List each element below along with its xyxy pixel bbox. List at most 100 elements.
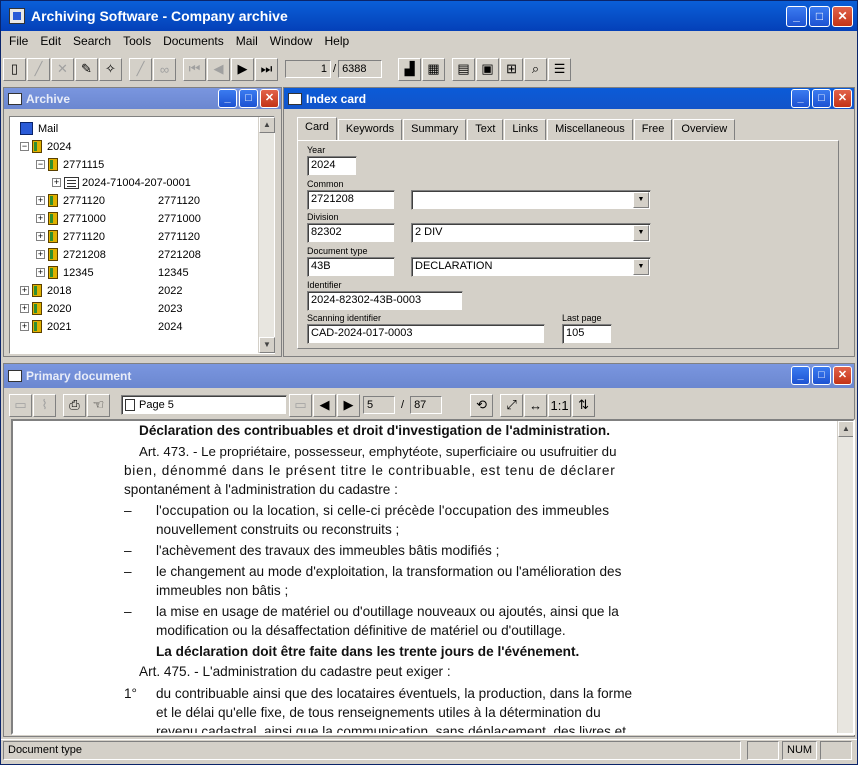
document-viewer[interactable]: Déclaration des contribuables et droit d…: [11, 419, 855, 735]
scroll-up-arrow-icon[interactable]: ▲: [838, 421, 853, 437]
scroll-down-arrow-icon[interactable]: ▼: [259, 337, 275, 353]
tree-item[interactable]: +2771120 2771120: [36, 192, 200, 209]
expand-icon[interactable]: +: [52, 178, 61, 187]
document-type-combo[interactable]: DECLARATION ▼: [411, 257, 651, 277]
tab-text[interactable]: Text: [467, 119, 504, 140]
link-icon[interactable]: ∞: [153, 57, 176, 81]
tab-free[interactable]: Free: [633, 119, 673, 140]
rotate-page-icon[interactable]: ⟲: [470, 393, 494, 417]
expand-icon[interactable]: +: [20, 304, 29, 313]
index-card-icon[interactable]: ▤: [452, 57, 476, 81]
next-page-icon[interactable]: ▶: [337, 393, 360, 417]
previous-record-icon[interactable]: ◀: [207, 57, 230, 81]
expand-icon[interactable]: +: [20, 322, 29, 331]
scanner-icon[interactable]: ▭: [9, 393, 32, 417]
tab-links[interactable]: Links: [504, 119, 547, 140]
fit-page-icon[interactable]: ⤢: [500, 393, 524, 417]
menu-help[interactable]: Help: [318, 34, 355, 48]
tab-summary[interactable]: Summary: [403, 119, 467, 140]
tree-item-mail[interactable]: Mail: [20, 120, 58, 137]
archive-tree[interactable]: Mail −2024 −2771115 +2024-71004-207-0001…: [9, 116, 275, 354]
tree-item[interactable]: +2020 2023: [20, 300, 182, 317]
statistics-chart-icon[interactable]: ▟: [398, 57, 422, 81]
delete-x-icon[interactable]: ✕: [51, 57, 74, 81]
archive-scrollbar[interactable]: ▲ ▼: [258, 117, 275, 353]
tab-overview[interactable]: Overview: [673, 119, 736, 140]
archive-maximize-button[interactable]: □: [239, 89, 258, 108]
menu-edit[interactable]: Edit: [34, 34, 67, 48]
document-close-button[interactable]: ✕: [833, 366, 852, 385]
scroll-up-arrow-icon[interactable]: ▲: [259, 117, 275, 133]
edit-pen-icon[interactable]: ╱: [27, 57, 50, 81]
tree-item[interactable]: +2021 2024: [20, 318, 182, 335]
tab-keywords[interactable]: Keywords: [337, 119, 403, 140]
expand-icon[interactable]: +: [36, 250, 45, 259]
index-close-button[interactable]: ✕: [833, 89, 852, 108]
tree-item[interactable]: −2771115: [36, 156, 104, 173]
common-combo[interactable]: ▼: [411, 190, 651, 210]
chevron-down-icon[interactable]: ▼: [633, 259, 649, 275]
tree-item[interactable]: +2771000 2771000: [36, 210, 201, 227]
next-record-icon[interactable]: ▶: [231, 57, 254, 81]
attachment-icon[interactable]: ⌇: [33, 393, 56, 417]
collapse-icon[interactable]: −: [20, 142, 29, 151]
list-view-icon[interactable]: ☰: [548, 57, 572, 81]
first-record-icon[interactable]: ⏮: [183, 57, 206, 81]
expand-icon[interactable]: +: [36, 214, 45, 223]
search-view-icon[interactable]: ⌕: [524, 57, 548, 81]
tree-item[interactable]: −2024: [20, 138, 71, 155]
chevron-down-icon[interactable]: ▼: [633, 192, 649, 208]
archive-minimize-button[interactable]: _: [218, 89, 237, 108]
previous-page-icon[interactable]: ◀: [313, 393, 336, 417]
hand-pan-icon[interactable]: ☜: [87, 393, 110, 417]
scanning-identifier-field[interactable]: CAD-2024-017-0003: [307, 324, 545, 344]
collapse-icon[interactable]: −: [36, 160, 45, 169]
document-maximize-button[interactable]: □: [812, 366, 831, 385]
archive-close-button[interactable]: ✕: [260, 89, 279, 108]
new-document-icon[interactable]: ▯: [3, 57, 26, 81]
document-minimize-button[interactable]: _: [791, 366, 810, 385]
fit-width-icon[interactable]: ↔: [524, 393, 548, 417]
division-combo[interactable]: 2 DIV ▼: [411, 223, 651, 243]
page-number-field[interactable]: 5: [363, 396, 395, 414]
record-number-field[interactable]: 1: [285, 60, 331, 78]
menu-mail[interactable]: Mail: [230, 34, 264, 48]
index-minimize-button[interactable]: _: [791, 89, 810, 108]
tree-item[interactable]: +2721208 2721208: [36, 246, 201, 263]
tab-card[interactable]: Card: [297, 117, 337, 140]
document-type-field[interactable]: 43B: [307, 257, 395, 277]
minimize-button[interactable]: _: [786, 6, 807, 27]
menu-documents[interactable]: Documents: [157, 34, 230, 48]
pencil-icon[interactable]: ╱: [129, 57, 152, 81]
expand-icon[interactable]: +: [36, 232, 45, 241]
last-record-icon[interactable]: ⏭: [255, 57, 278, 81]
tree-view-icon[interactable]: ⊞: [500, 57, 524, 81]
table-view-icon[interactable]: ▦: [422, 57, 446, 81]
tree-item[interactable]: +12345 12345: [36, 264, 189, 281]
identifier-field[interactable]: 2024-82302-43B-0003: [307, 291, 463, 311]
page-select[interactable]: Page 5: [121, 395, 287, 415]
index-maximize-button[interactable]: □: [812, 89, 831, 108]
flip-page-icon[interactable]: ⇅: [572, 393, 596, 417]
menu-tools[interactable]: Tools: [117, 34, 157, 48]
maximize-button[interactable]: □: [809, 6, 830, 27]
chevron-down-icon[interactable]: ▼: [633, 225, 649, 241]
folder-icon[interactable]: ▭: [289, 393, 312, 417]
expand-icon[interactable]: +: [20, 286, 29, 295]
tab-miscellaneous[interactable]: Miscellaneous: [547, 119, 633, 140]
division-field[interactable]: 82302: [307, 223, 395, 243]
close-button[interactable]: ✕: [832, 6, 853, 27]
broom-icon[interactable]: ✎: [75, 57, 98, 81]
document-view-icon[interactable]: ▣: [476, 57, 500, 81]
tree-item[interactable]: +2018 2022: [20, 282, 182, 299]
tree-item[interactable]: +2024-71004-207-0001: [52, 174, 191, 191]
menu-window[interactable]: Window: [264, 34, 319, 48]
expand-icon[interactable]: +: [36, 196, 45, 205]
last-page-field[interactable]: 105: [562, 324, 612, 344]
common-field[interactable]: 2721208: [307, 190, 395, 210]
print-icon[interactable]: ⎙: [63, 393, 86, 417]
menu-search[interactable]: Search: [67, 34, 117, 48]
year-field[interactable]: 2024: [307, 156, 357, 176]
document-scrollbar[interactable]: ▲: [837, 421, 853, 733]
actual-size-icon[interactable]: 1:1: [548, 393, 572, 417]
